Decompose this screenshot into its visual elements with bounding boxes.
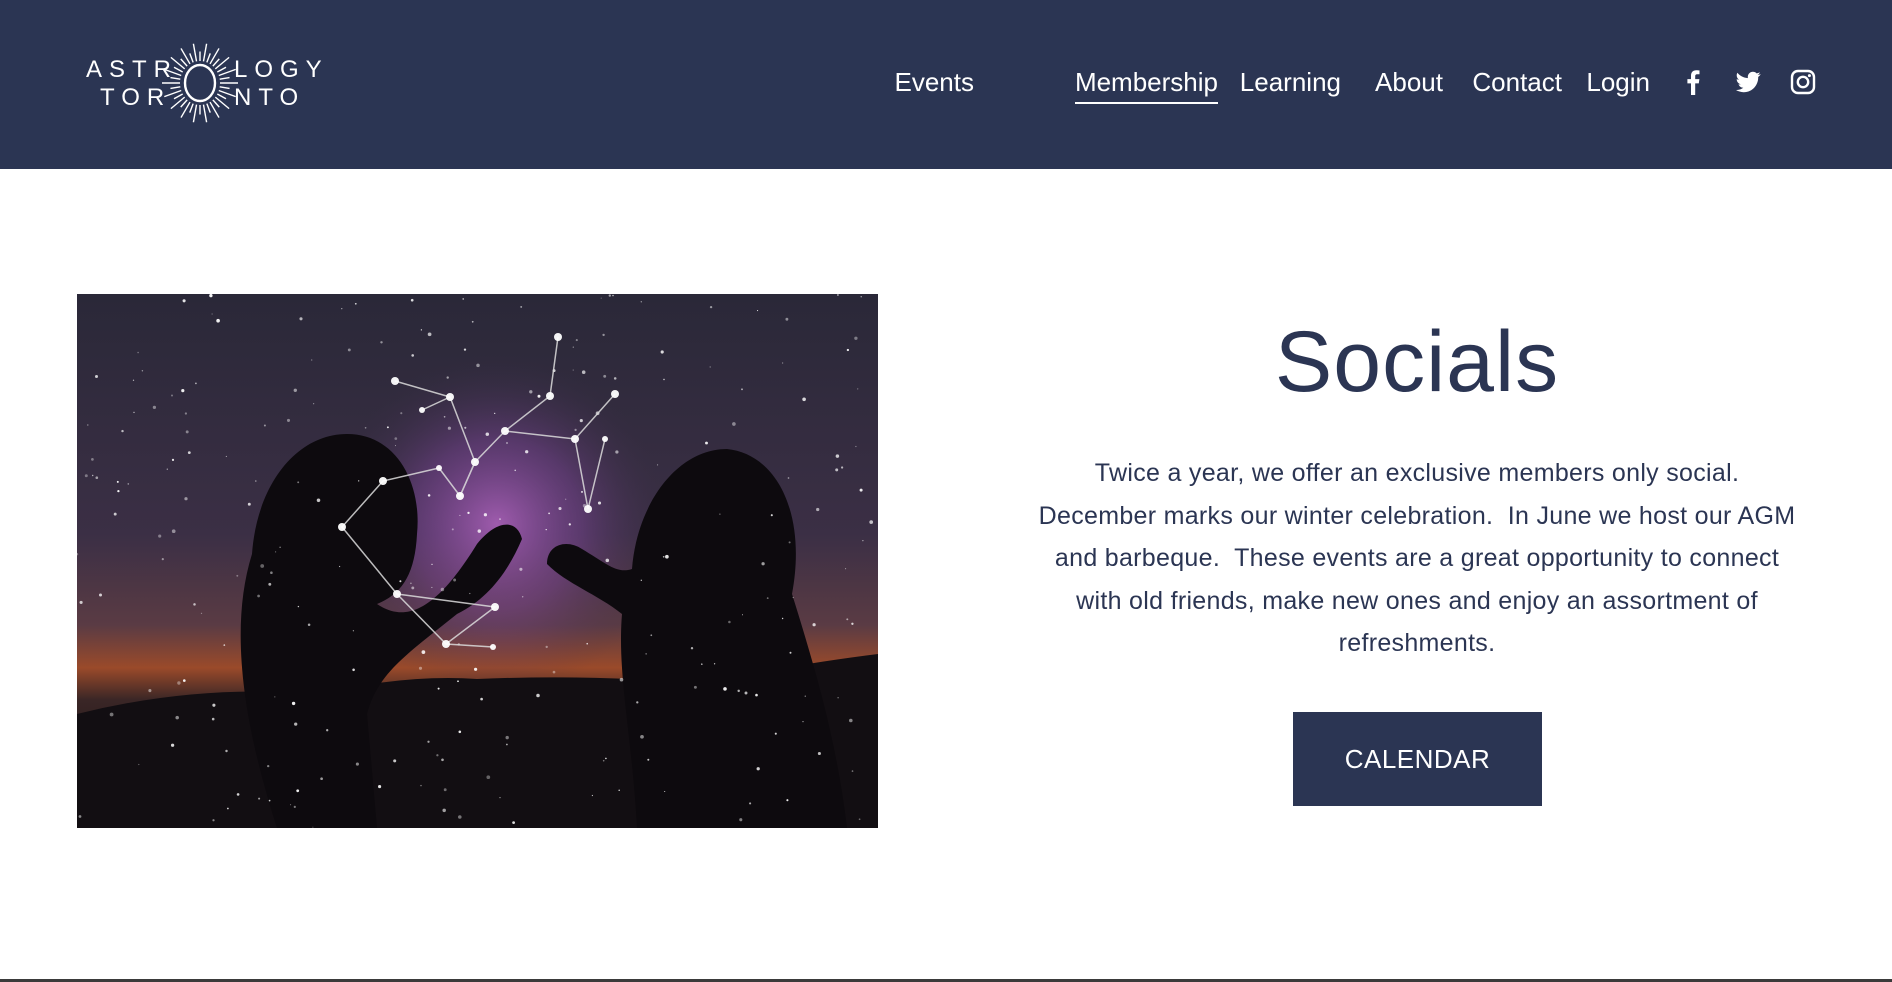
nav-contact[interactable]: Contact: [1472, 62, 1562, 102]
logo-text-line2-left: TOR: [100, 84, 172, 111]
facebook-icon[interactable]: [1679, 68, 1707, 96]
night-sky-constellation-image: [77, 294, 878, 828]
section-title: Socials: [1274, 314, 1560, 410]
nav-login[interactable]: Login: [1586, 62, 1650, 102]
description-line: refreshments.: [1338, 629, 1496, 657]
nav-learning[interactable]: Learning: [1240, 62, 1341, 102]
hero-image: [77, 294, 878, 828]
sun-icon: [162, 43, 238, 123]
description-line: with old friends, make new ones and enjo…: [1076, 586, 1758, 615]
instagram-icon[interactable]: [1789, 68, 1817, 96]
site-header: ASTR LOGY TOR NTO Events Membership Lear…: [0, 0, 1892, 169]
site-logo[interactable]: ASTR LOGY TOR NTO: [86, 42, 322, 124]
nav-events[interactable]: Events: [895, 62, 975, 102]
description-line: December marks our winter celebration. I…: [1038, 501, 1796, 530]
description-line: Twice a year, we offer an exclusive memb…: [1094, 459, 1740, 487]
calendar-button[interactable]: CALENDAR: [1293, 712, 1542, 806]
section-description: Twice a year, we offer an exclusive memb…: [1010, 452, 1824, 665]
nav-membership[interactable]: Membership: [1074, 62, 1218, 104]
logo-text-line1-right: LOGY: [234, 56, 329, 83]
nav-about[interactable]: About: [1375, 62, 1443, 102]
twitter-icon[interactable]: [1734, 68, 1762, 96]
description-line: and barbeque. These events are a great o…: [1054, 544, 1780, 572]
logo-text-line2-right: NTO: [234, 84, 306, 111]
